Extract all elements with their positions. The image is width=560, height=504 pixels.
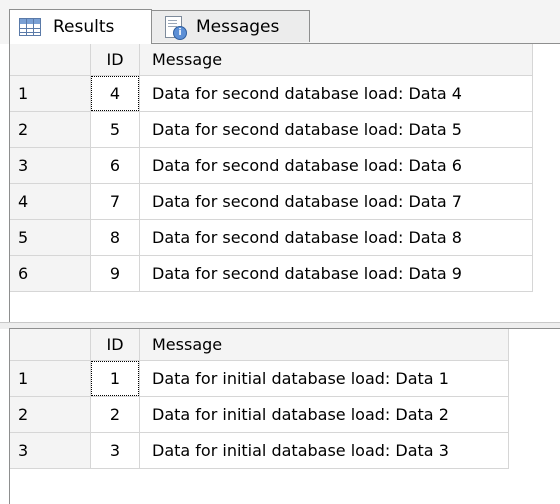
table-row[interactable]: 3 6 Data for second database load: Data … bbox=[10, 147, 533, 184]
id-cell[interactable]: 4 bbox=[90, 75, 140, 112]
column-header-message[interactable]: Message bbox=[139, 44, 533, 76]
message-cell[interactable]: Data for second database load: Data 5 bbox=[139, 111, 533, 148]
id-cell[interactable]: 2 bbox=[90, 396, 140, 433]
message-cell[interactable]: Data for second database load: Data 4 bbox=[139, 75, 533, 112]
row-number[interactable]: 6 bbox=[10, 255, 91, 292]
tab-results-label: Results bbox=[53, 17, 115, 37]
row-number[interactable]: 3 bbox=[10, 432, 91, 469]
id-cell[interactable]: 5 bbox=[90, 111, 140, 148]
id-cell[interactable]: 6 bbox=[90, 147, 140, 184]
id-cell[interactable]: 1 bbox=[90, 360, 140, 397]
row-number[interactable]: 4 bbox=[10, 183, 91, 220]
result-grid-1[interactable]: ID Message 1 4 Data for second database … bbox=[9, 43, 560, 322]
table-row[interactable]: 2 2 Data for initial database load: Data… bbox=[10, 396, 509, 433]
row-number[interactable]: 3 bbox=[10, 147, 91, 184]
row-number[interactable]: 2 bbox=[10, 396, 91, 433]
row-number[interactable]: 5 bbox=[10, 219, 91, 256]
column-header-id[interactable]: ID bbox=[90, 329, 140, 361]
id-cell-value: 1 bbox=[91, 361, 139, 396]
table-row[interactable]: 1 4 Data for second database load: Data … bbox=[10, 75, 533, 112]
tab-messages[interactable]: i Messages bbox=[152, 10, 310, 42]
table-row[interactable]: 6 9 Data for second database load: Data … bbox=[10, 255, 533, 292]
message-cell[interactable]: Data for second database load: Data 7 bbox=[139, 183, 533, 220]
column-header-message[interactable]: Message bbox=[139, 329, 509, 361]
message-cell[interactable]: Data for initial database load: Data 1 bbox=[139, 360, 509, 397]
id-cell[interactable]: 7 bbox=[90, 183, 140, 220]
table-row[interactable]: 4 7 Data for second database load: Data … bbox=[10, 183, 533, 220]
row-number[interactable]: 1 bbox=[10, 75, 91, 112]
message-cell[interactable]: Data for initial database load: Data 3 bbox=[139, 432, 509, 469]
row-number-header[interactable] bbox=[10, 329, 91, 361]
messages-icon: i bbox=[162, 15, 187, 40]
id-cell[interactable]: 9 bbox=[90, 255, 140, 292]
id-cell[interactable]: 3 bbox=[90, 432, 140, 469]
message-cell[interactable]: Data for second database load: Data 6 bbox=[139, 147, 533, 184]
table-row[interactable]: 1 1 Data for initial database load: Data… bbox=[10, 360, 509, 397]
column-header-id[interactable]: ID bbox=[90, 44, 140, 76]
table-row[interactable]: 2 5 Data for second database load: Data … bbox=[10, 111, 533, 148]
table-row[interactable]: 5 8 Data for second database load: Data … bbox=[10, 219, 533, 256]
message-cell[interactable]: Data for second database load: Data 9 bbox=[139, 255, 533, 292]
header-row: ID Message bbox=[10, 44, 533, 76]
message-cell[interactable]: Data for initial database load: Data 2 bbox=[139, 396, 509, 433]
tab-messages-label: Messages bbox=[196, 16, 280, 37]
row-number[interactable]: 1 bbox=[10, 360, 91, 397]
tab-results[interactable]: Results bbox=[9, 9, 152, 44]
row-number-header[interactable] bbox=[10, 44, 91, 76]
result-grid-2[interactable]: ID Message 1 1 Data for initial database… bbox=[9, 328, 560, 504]
header-row: ID Message bbox=[10, 329, 509, 361]
id-cell[interactable]: 8 bbox=[90, 219, 140, 256]
message-cell[interactable]: Data for second database load: Data 8 bbox=[139, 219, 533, 256]
table-row[interactable]: 3 3 Data for initial database load: Data… bbox=[10, 432, 509, 469]
id-cell-value: 4 bbox=[91, 76, 139, 111]
results-grid-icon bbox=[19, 18, 41, 36]
results-tab-strip: Results i Messages bbox=[0, 0, 560, 44]
row-number[interactable]: 2 bbox=[10, 111, 91, 148]
